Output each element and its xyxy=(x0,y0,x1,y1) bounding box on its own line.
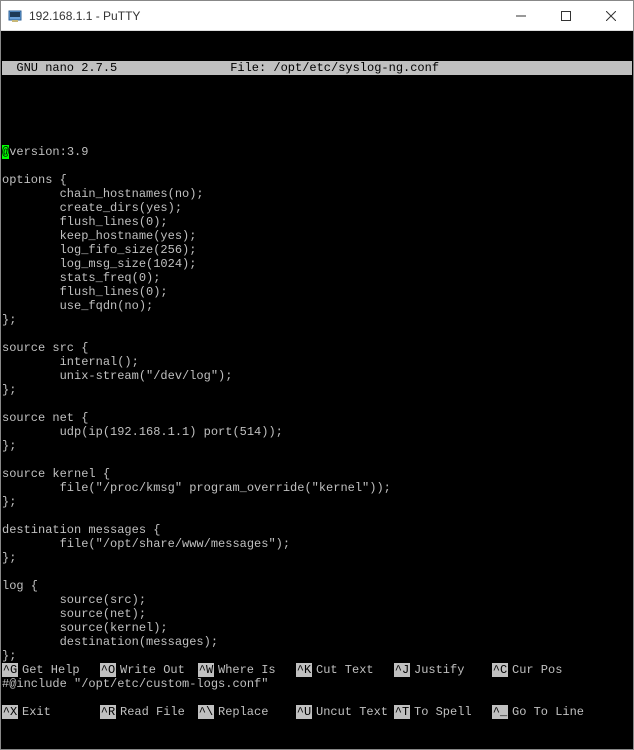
shortcut-key: ^C xyxy=(492,663,508,677)
code-line[interactable]: log_msg_size(1024); xyxy=(2,257,632,271)
shortcut-label: Get Help xyxy=(18,663,100,677)
shortcut-label: Read File xyxy=(116,705,198,719)
code-line[interactable]: @version:3.9 xyxy=(2,145,632,159)
minimize-icon xyxy=(516,11,526,21)
shortcut-key: ^\ xyxy=(198,705,214,719)
maximize-button[interactable] xyxy=(543,1,588,30)
shortcut-key: ^R xyxy=(100,705,116,719)
shortcut-key: ^W xyxy=(198,663,214,677)
code-line[interactable]: create_dirs(yes); xyxy=(2,201,632,215)
code-line[interactable]: log { xyxy=(2,579,632,593)
code-line[interactable]: }; xyxy=(2,495,632,509)
code-line[interactable]: }; xyxy=(2,551,632,565)
close-icon xyxy=(606,11,616,21)
window-title: 192.168.1.1 - PuTTY xyxy=(29,9,498,23)
shortcut-key: ^O xyxy=(100,663,116,677)
code-line[interactable] xyxy=(2,509,632,523)
shortcut-label: Justify xyxy=(410,663,492,677)
code-line[interactable] xyxy=(2,453,632,467)
code-line[interactable]: unix-stream("/dev/log"); xyxy=(2,369,632,383)
shortcut-label: To Spell xyxy=(410,705,492,719)
code-line[interactable]: chain_hostnames(no); xyxy=(2,187,632,201)
shortcut-key: ^X xyxy=(2,705,18,719)
code-line[interactable]: }; xyxy=(2,439,632,453)
file-content[interactable]: @version:3.9 options { chain_hostnames(no… xyxy=(2,145,632,691)
shortcut-key: ^_ xyxy=(492,705,508,719)
shortcut-label: Go To Line xyxy=(508,705,590,719)
nano-footer: ^GGet Help^OWrite Out^WWhere Is^KCut Tex… xyxy=(2,635,632,747)
minimize-button[interactable] xyxy=(498,1,543,30)
shortcut-label: Write Out xyxy=(116,663,198,677)
cursor: @ xyxy=(2,145,9,159)
code-line[interactable]: }; xyxy=(2,383,632,397)
code-line[interactable]: source kernel { xyxy=(2,467,632,481)
code-line[interactable]: }; xyxy=(2,313,632,327)
code-line[interactable] xyxy=(2,159,632,173)
code-line[interactable]: keep_hostname(yes); xyxy=(2,229,632,243)
code-line[interactable]: udp(ip(192.168.1.1) port(514)); xyxy=(2,425,632,439)
shortcut-label: Where Is xyxy=(214,663,296,677)
code-line[interactable] xyxy=(2,565,632,579)
code-line[interactable]: file("/proc/kmsg" program_override("kern… xyxy=(2,481,632,495)
code-line[interactable] xyxy=(2,327,632,341)
code-line[interactable]: flush_lines(0); xyxy=(2,215,632,229)
code-line[interactable]: options { xyxy=(2,173,632,187)
nano-header: GNU nano 2.7.5 File: /opt/etc/syslog-ng.… xyxy=(2,61,632,75)
shortcut-label: Cut Text xyxy=(312,663,394,677)
code-line[interactable]: flush_lines(0); xyxy=(2,285,632,299)
code-line[interactable]: source(src); xyxy=(2,593,632,607)
code-line[interactable]: stats_freq(0); xyxy=(2,271,632,285)
code-line[interactable]: source(kernel); xyxy=(2,621,632,635)
nano-file-name: File: /opt/etc/syslog-ng.conf xyxy=(117,61,552,75)
shortcut-key: ^K xyxy=(296,663,312,677)
shortcut-key: ^U xyxy=(296,705,312,719)
blank-line xyxy=(2,103,632,117)
putty-window: 192.168.1.1 - PuTTY GNU nano 2.7.5 File:… xyxy=(0,0,634,750)
code-line[interactable]: use_fqdn(no); xyxy=(2,299,632,313)
maximize-icon xyxy=(561,11,571,21)
shortcut-key: ^G xyxy=(2,663,18,677)
shortcut-key: ^T xyxy=(394,705,410,719)
shortcut-label: Exit xyxy=(18,705,100,719)
code-line[interactable]: log_fifo_size(256); xyxy=(2,243,632,257)
titlebar[interactable]: 192.168.1.1 - PuTTY xyxy=(1,1,633,31)
footer-row-1: ^GGet Help^OWrite Out^WWhere Is^KCut Tex… xyxy=(2,663,632,677)
shortcut-label: Replace xyxy=(214,705,296,719)
shortcut-key: ^J xyxy=(394,663,410,677)
putty-icon xyxy=(7,8,23,24)
footer-row-2: ^XExit^RRead File^\Replace^UUncut Text^T… xyxy=(2,705,632,719)
shortcut-label: Uncut Text xyxy=(312,705,394,719)
code-line[interactable]: destination messages { xyxy=(2,523,632,537)
code-line[interactable]: source net { xyxy=(2,411,632,425)
code-line[interactable]: source src { xyxy=(2,341,632,355)
shortcut-label: Cur Pos xyxy=(508,663,590,677)
code-line[interactable]: file("/opt/share/www/messages"); xyxy=(2,537,632,551)
close-button[interactable] xyxy=(588,1,633,30)
nano-app-name: GNU nano 2.7.5 xyxy=(2,61,117,75)
code-line[interactable]: source(net); xyxy=(2,607,632,621)
terminal-area[interactable]: GNU nano 2.7.5 File: /opt/etc/syslog-ng.… xyxy=(1,31,633,749)
code-line[interactable]: internal(); xyxy=(2,355,632,369)
code-line[interactable] xyxy=(2,397,632,411)
window-controls xyxy=(498,1,633,30)
